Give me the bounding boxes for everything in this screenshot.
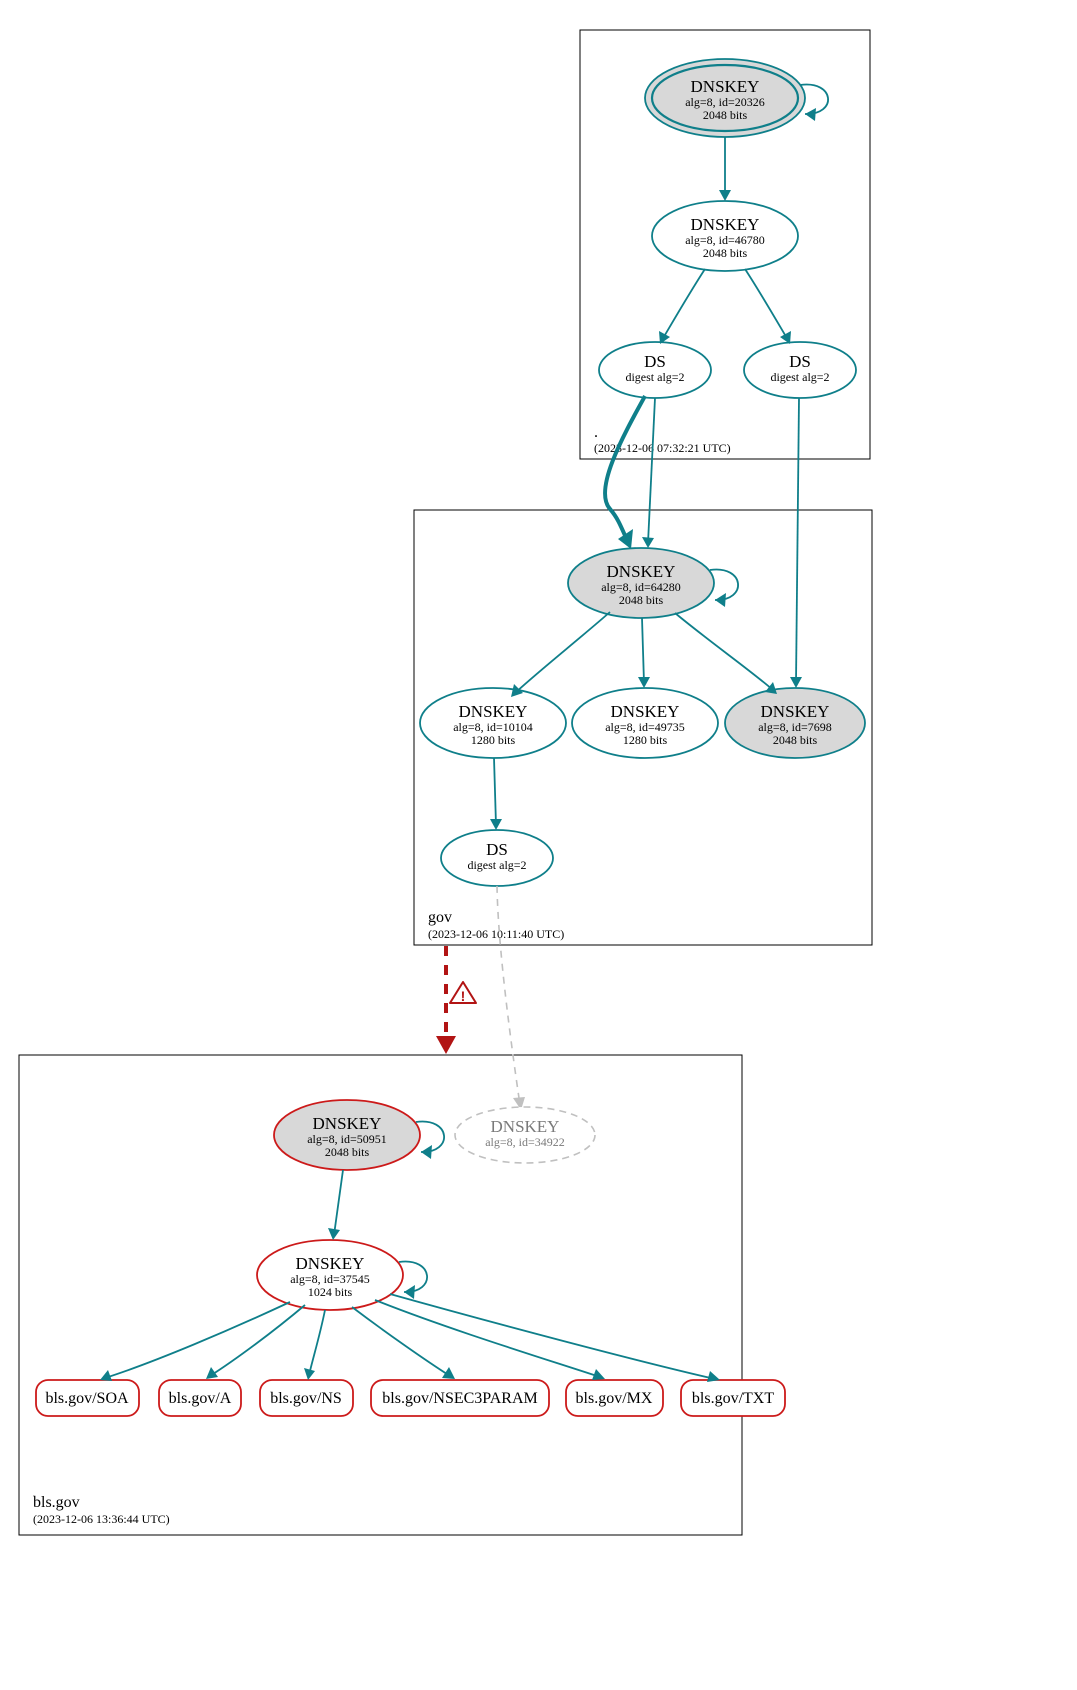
rrset-a[interactable]: bls.gov/A [159, 1380, 241, 1416]
svg-text:2048 bits: 2048 bits [325, 1145, 370, 1159]
node-bls-ksk[interactable]: DNSKEY alg=8, id=50951 2048 bits [274, 1100, 420, 1170]
node-root-ds1[interactable]: DS digest alg=2 [599, 342, 711, 398]
zone-timestamp-blsgov: (2023-12-06 13:36:44 UTC) [33, 1512, 170, 1526]
rrset-nsec3param[interactable]: bls.gov/NSEC3PARAM [371, 1380, 549, 1416]
svg-text:bls.gov/NS: bls.gov/NS [270, 1390, 342, 1407]
edge-ds2-to-7698 [796, 398, 799, 683]
svg-text:bls.gov/MX: bls.gov/MX [576, 1390, 653, 1407]
svg-text:DNSKEY: DNSKEY [691, 77, 760, 96]
edge-zsk-to-txt [390, 1294, 715, 1379]
svg-text:alg=8, id=37545: alg=8, id=37545 [290, 1272, 370, 1286]
node-gov-ksk[interactable]: DNSKEY alg=8, id=64280 2048 bits [568, 548, 714, 618]
svg-text:alg=8, id=7698: alg=8, id=7698 [758, 720, 832, 734]
svg-text:alg=8, id=10104: alg=8, id=10104 [453, 720, 533, 734]
node-gov-zsk1[interactable]: DNSKEY alg=8, id=10104 1280 bits [420, 688, 566, 758]
rrset-mx[interactable]: bls.gov/MX [566, 1380, 663, 1416]
edge-gov-ksk-to-zsk1 [515, 612, 610, 693]
edge-gov-ds-to-bls-missing [497, 886, 520, 1105]
edge-gov-zsk1-to-ds [494, 758, 496, 825]
svg-text:DNSKEY: DNSKEY [691, 215, 760, 234]
edge-ds1-to-gov-ksk-line [648, 398, 655, 543]
node-bls-missing-key[interactable]: DNSKEY alg=8, id=34922 [455, 1107, 595, 1163]
dnssec-graph: . (2023-12-06 07:32:21 UTC) DNSKEY alg=8… [0, 0, 1077, 1690]
svg-text:2048 bits: 2048 bits [773, 733, 818, 747]
node-gov-zsk2[interactable]: DNSKEY alg=8, id=49735 1280 bits [572, 688, 718, 758]
svg-text:alg=8, id=64280: alg=8, id=64280 [601, 580, 681, 594]
svg-text:alg=8, id=50951: alg=8, id=50951 [307, 1132, 387, 1146]
svg-text:DNSKEY: DNSKEY [296, 1254, 365, 1273]
edge-zsk-to-ns [309, 1310, 325, 1375]
rrset-ns[interactable]: bls.gov/NS [260, 1380, 353, 1416]
node-gov-ds[interactable]: DS digest alg=2 [441, 830, 553, 886]
edge-zsk-to-a [210, 1305, 305, 1376]
svg-text:DNSKEY: DNSKEY [611, 702, 680, 721]
edge-zsk-to-mx [375, 1300, 600, 1377]
node-root-ksk[interactable]: DNSKEY alg=8, id=20326 2048 bits [645, 59, 805, 137]
svg-text:alg=8, id=34922: alg=8, id=34922 [485, 1135, 565, 1149]
zone-label-root: . [594, 424, 598, 441]
svg-text:digest alg=2: digest alg=2 [467, 858, 526, 872]
edge-root-zsk-to-ds1 [662, 269, 705, 340]
edge-gov-ksk-to-zsk2 [642, 618, 644, 683]
svg-text:bls.gov/SOA: bls.gov/SOA [45, 1390, 129, 1407]
svg-text:2048 bits: 2048 bits [703, 108, 748, 122]
edge-gov-ksk-to-7698 [675, 613, 773, 690]
zone-label-blsgov: bls.gov [33, 1494, 80, 1511]
node-gov-key7698[interactable]: DNSKEY alg=8, id=7698 2048 bits [725, 688, 865, 758]
svg-text:2048 bits: 2048 bits [619, 593, 664, 607]
svg-text:DS: DS [644, 352, 666, 371]
svg-text:DS: DS [789, 352, 811, 371]
svg-text:DNSKEY: DNSKEY [313, 1114, 382, 1133]
svg-text:DNSKEY: DNSKEY [607, 562, 676, 581]
svg-text:DNSKEY: DNSKEY [491, 1117, 560, 1136]
warning-icon[interactable]: ! [450, 982, 476, 1004]
node-root-ds2[interactable]: DS digest alg=2 [744, 342, 856, 398]
svg-text:DNSKEY: DNSKEY [761, 702, 830, 721]
svg-text:1280 bits: 1280 bits [471, 733, 516, 747]
svg-text:!: ! [461, 988, 466, 1004]
zone-label-gov: gov [428, 909, 452, 926]
svg-text:alg=8, id=46780: alg=8, id=46780 [685, 233, 765, 247]
svg-text:DS: DS [486, 840, 508, 859]
edge-ds1-to-gov-ksk [605, 396, 645, 540]
svg-text:2048 bits: 2048 bits [703, 246, 748, 260]
rrset-soa[interactable]: bls.gov/SOA [36, 1380, 139, 1416]
zone-timestamp-gov: (2023-12-06 10:11:40 UTC) [428, 927, 564, 941]
svg-text:digest alg=2: digest alg=2 [770, 370, 829, 384]
node-bls-zsk[interactable]: DNSKEY alg=8, id=37545 1024 bits [257, 1240, 403, 1310]
svg-text:alg=8, id=20326: alg=8, id=20326 [685, 95, 765, 109]
svg-text:bls.gov/TXT: bls.gov/TXT [692, 1390, 774, 1407]
svg-text:digest alg=2: digest alg=2 [625, 370, 684, 384]
svg-text:bls.gov/A: bls.gov/A [169, 1390, 232, 1407]
svg-text:alg=8, id=49735: alg=8, id=49735 [605, 720, 685, 734]
svg-text:bls.gov/NSEC3PARAM: bls.gov/NSEC3PARAM [382, 1390, 537, 1407]
rrset-txt[interactable]: bls.gov/TXT [681, 1380, 785, 1416]
svg-text:DNSKEY: DNSKEY [459, 702, 528, 721]
svg-text:1024 bits: 1024 bits [308, 1285, 353, 1299]
edge-bls-ksk-to-zsk [334, 1170, 343, 1235]
node-root-zsk[interactable]: DNSKEY alg=8, id=46780 2048 bits [652, 201, 798, 271]
edge-root-zsk-to-ds2 [745, 269, 788, 340]
svg-text:1280 bits: 1280 bits [623, 733, 668, 747]
edge-zsk-to-nsec3 [352, 1307, 450, 1376]
